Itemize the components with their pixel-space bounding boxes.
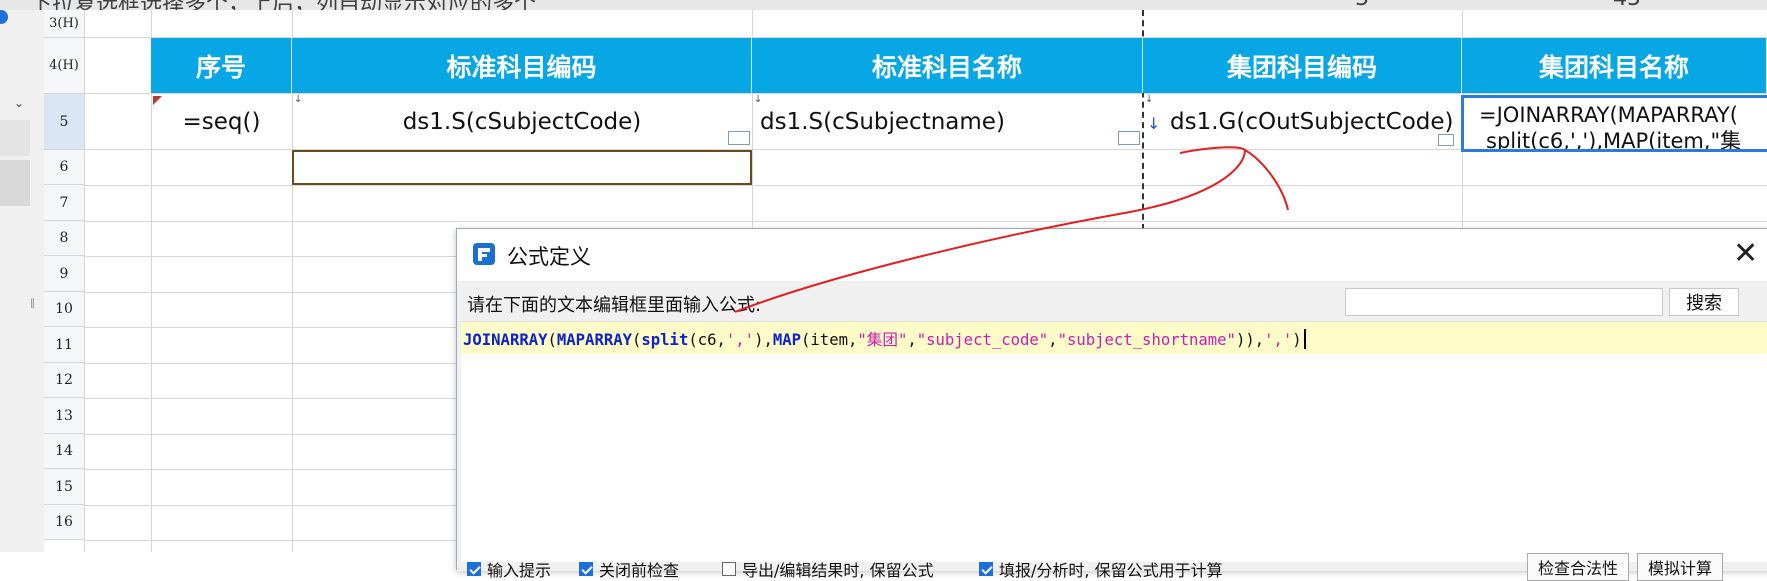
simulate-button[interactable]: 模拟计算 [1637,553,1724,581]
cell-resize-icon[interactable] [1438,134,1454,146]
cell-dropdown-icon[interactable] [728,131,750,145]
row-header[interactable]: 8 [44,221,84,256]
row-header[interactable]: 5 [44,94,84,150]
cell-group-name-formula[interactable]: =JOINARRAY(MAPARRAY( split(c6,','),MAP(i… [1461,95,1767,152]
formula-editor[interactable]: JOINARRAY(MAPARRAY(split(c6,','),MAP(ite… [461,321,1767,562]
validate-button[interactable]: 检查合法性 [1527,553,1630,581]
selected-cell[interactable] [292,150,752,185]
row-header[interactable]: 13 [44,398,84,434]
row-header[interactable]: 4(H) [44,38,84,94]
dialog-title: 公式定义 [507,245,591,269]
expand-down-icon: ↓ [1145,94,1154,105]
header-cell-seq[interactable]: 序号 [151,38,292,93]
checkbox[interactable] [722,562,736,576]
header-cell-subject-code[interactable]: 标准科目编码 [292,38,752,93]
cell-subject-name[interactable]: ds1.S(cSubjectname) [752,94,1143,149]
cell-group-code[interactable]: ds1.G(cOutSubjectCode) [1162,94,1462,149]
dialog-titlebar[interactable]: 公式定义 ✕ [457,229,1767,281]
formula-text: JOINARRAY(MAPARRAY(split(c6,','),MAP(ite… [463,328,1306,350]
row-header[interactable]: 14 [44,434,84,469]
search-input[interactable] [1345,288,1663,316]
side-panel-item[interactable] [0,120,30,156]
row-header[interactable]: 12 [44,363,84,398]
search-button[interactable]: 搜索 [1669,288,1739,316]
option-keep-formula-export[interactable]: 导出/编辑结果时, 保留公式 [722,557,934,581]
left-side-panel: ⌄ ‖ [0,0,44,552]
close-icon[interactable]: ✕ [1733,239,1758,269]
row-header[interactable]: 7 [44,185,84,221]
checkbox[interactable] [979,562,993,576]
option-input-hint[interactable]: 输入提示 [467,557,551,581]
header-cell-group-name[interactable]: 集团科目名称 [1462,38,1767,93]
app-logo-icon [473,243,495,265]
checkbox[interactable] [579,562,593,576]
cell-seq-formula[interactable]: =seq() [151,94,292,149]
group-expand-icon: ↓ [1147,114,1161,133]
chevron-down-icon[interactable]: ⌄ [14,96,24,110]
checkbox[interactable] [467,562,481,576]
row-header[interactable]: 10 [44,292,84,327]
splitter-handle-icon[interactable]: ‖ [30,298,35,309]
row-header[interactable]: 6 [44,150,84,185]
formula-line: split(c6,','),MAP(item,"集 [1486,129,1742,152]
row-header[interactable]: 16 [44,505,84,540]
formula-prompt: 请在下面的文本编辑框里面输入公式: [467,295,762,316]
header-cell-subject-name[interactable]: 标准科目名称 [752,38,1143,93]
side-panel-item-selected[interactable] [0,160,30,206]
app-indicator-icon [0,10,8,24]
formula-dialog: 公式定义 ✕ 请在下面的文本编辑框里面输入公式: 搜索 JOINARRAY(MA… [456,228,1767,581]
row-header[interactable]: 15 [44,469,84,505]
option-check-before-close[interactable]: 关闭前检查 [579,557,679,581]
option-keep-formula-fill[interactable]: 填报/分析时, 保留公式用于计算 [979,557,1223,581]
cell-dropdown-icon[interactable] [1118,131,1140,145]
row-header[interactable]: 3(H) [44,10,84,38]
dialog-body: 请在下面的文本编辑框里面输入公式: 搜索 JOINARRAY(MAPARRAY(… [457,281,1767,581]
header-cell-group-code[interactable]: 集团科目编码 [1143,38,1462,93]
row-header[interactable]: 9 [44,256,84,292]
cell-subject-code[interactable]: ds1.S(cSubjectCode) [292,94,752,149]
formula-line: =JOINARRAY(MAPARRAY( [1479,103,1738,127]
text-caret [1303,329,1306,349]
row-header[interactable]: 11 [44,327,84,363]
top-shadow [0,0,1767,10]
